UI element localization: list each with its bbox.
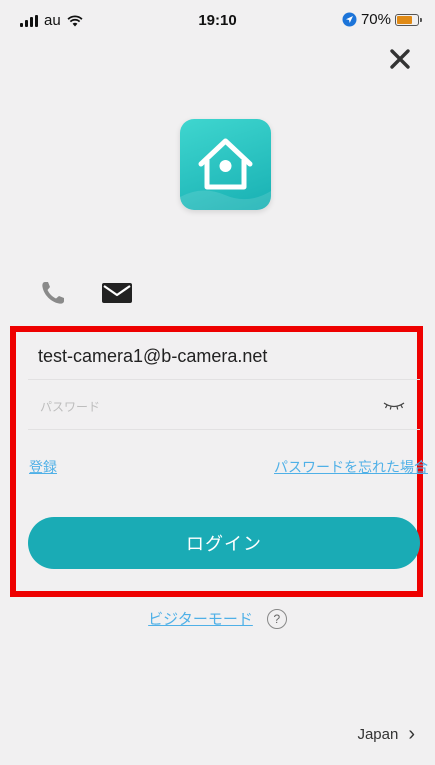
login-button-label: ログイン [186,534,262,554]
email-value: test-camera1@b-camera.net [38,346,268,366]
password-input[interactable] [38,398,342,415]
app-logo [180,119,271,210]
visitor-row: ビジターモード ? [0,608,435,629]
visitor-mode-link[interactable]: ビジターモード [148,608,253,629]
region-selector[interactable]: Japan › [357,723,415,745]
chevron-right-icon: › [408,723,415,745]
status-right: 70% [342,11,422,28]
password-field[interactable] [28,384,420,430]
location-icon [342,12,357,27]
battery-icon [395,13,422,26]
help-icon[interactable]: ? [266,608,287,629]
eye-closed-icon[interactable] [382,400,406,412]
region-label: Japan [357,726,399,743]
register-link[interactable]: 登録 [29,457,57,477]
battery-percent: 70% [360,11,391,28]
battery-fill [397,15,413,24]
house-camera-icon [180,138,271,210]
phone-icon[interactable] [38,278,68,308]
close-icon[interactable] [387,46,413,72]
login-button[interactable]: ログイン [28,517,420,569]
status-bar: au 19:10 70% [0,0,435,44]
mail-icon[interactable] [100,280,134,306]
email-field[interactable]: test-camera1@b-camera.net [28,334,420,380]
forgot-password-link[interactable]: パスワードを忘れた場合 [274,457,428,477]
